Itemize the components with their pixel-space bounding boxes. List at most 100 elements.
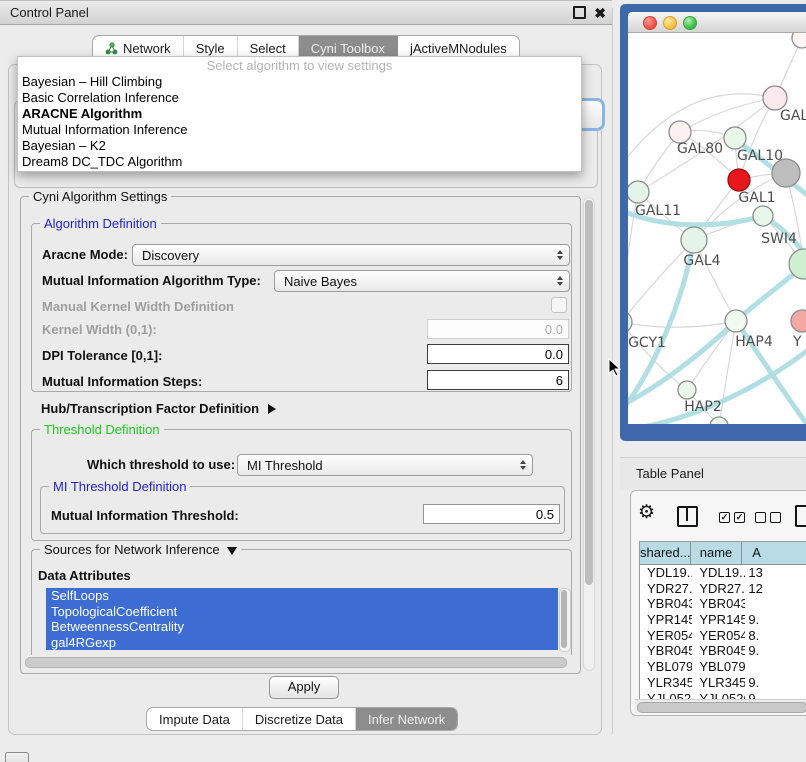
tab-impute-data[interactable]: Impute Data (147, 708, 243, 730)
table-cell[interactable]: YPR145W (640, 612, 692, 628)
select-all-icon[interactable]: ✓✓ (719, 512, 745, 523)
mi-type-select[interactable]: Naive Bayes (274, 270, 570, 292)
table-row[interactable]: YBR045CYBR045C9. (640, 643, 806, 659)
hub-definition-toggle[interactable]: Hub/Transcription Factor Definition (41, 401, 276, 416)
algorithm-option-basic-correlation-inference[interactable]: Basic Correlation Inference (18, 90, 581, 106)
table-row[interactable]: YER054CYER054C8. (640, 628, 806, 644)
table-cell[interactable]: 8. (745, 628, 806, 644)
table-cell[interactable]: YBL079W (692, 659, 745, 675)
table-row[interactable]: YLR345WYLR345W9. (640, 675, 806, 691)
network-node[interactable] (669, 121, 691, 143)
network-window-titlebar[interactable] (628, 12, 806, 33)
network-node[interactable] (791, 310, 806, 332)
settings-vertical-scrollbar[interactable] (583, 197, 595, 671)
column-header-a[interactable]: A (742, 542, 806, 564)
cyni-settings-group-title: Cyni Algorithm Settings (29, 189, 171, 204)
deselect-all-icon[interactable] (755, 512, 781, 523)
network-node[interactable] (724, 127, 746, 149)
table-cell[interactable]: YBR043C (692, 596, 745, 612)
table-row[interactable]: YPR145WYPR145W9. (640, 612, 806, 628)
collapse-arrow-icon (227, 547, 237, 555)
algorithm-option-aracne-algorithm[interactable]: ARACNE Algorithm (18, 106, 581, 122)
column-header-name[interactable]: name (691, 542, 742, 564)
network-node-label: SWI4 (761, 231, 797, 247)
table-cell[interactable]: YLR345W (692, 675, 745, 691)
network-canvas[interactable]: GAL80GAL10GAL1GAL11SWI4GAL4GCY1HAP4HAP2G… (628, 33, 806, 424)
table-cell[interactable]: YBR045C (692, 643, 745, 659)
algorithm-popup-list: Bayesian – Hill ClimbingBasic Correlatio… (18, 74, 581, 170)
dpi-tolerance-field[interactable]: 0.0 (427, 344, 569, 364)
table-row[interactable]: YBR043CYBR043C (640, 596, 806, 612)
network-node[interactable] (681, 227, 707, 253)
mi-steps-field[interactable]: 6 (427, 370, 569, 390)
network-node[interactable] (725, 310, 747, 332)
column-header-shared[interactable]: shared... (640, 542, 691, 564)
table-cell[interactable]: YER054C (692, 628, 745, 644)
table-cell[interactable]: 13 (745, 565, 806, 581)
algorithm-option-bayesian-hill-climbing[interactable]: Bayesian – Hill Climbing (18, 74, 581, 90)
network-node[interactable] (792, 33, 806, 48)
table-cell[interactable]: 12 (745, 581, 806, 597)
table-cell[interactable]: YPR145W (692, 612, 745, 628)
tab-discretize-data[interactable]: Discretize Data (243, 708, 356, 730)
kernel-width-field[interactable]: 0.0 (427, 319, 569, 339)
control-panel-title: Control Panel (10, 5, 89, 20)
table-cell[interactable] (745, 596, 806, 612)
algorithm-option-mutual-information-inference[interactable]: Mutual Information Inference (18, 122, 581, 138)
table-row[interactable]: YDR27...YDR27...12 (640, 581, 806, 597)
table-partial-icon[interactable] (795, 505, 806, 527)
network-edge (628, 321, 736, 327)
zoom-traffic-light-icon[interactable] (683, 16, 697, 30)
network-node[interactable] (678, 381, 696, 399)
apply-button[interactable]: Apply (269, 676, 339, 699)
table-cell[interactable]: YLR345W (640, 675, 692, 691)
attribute-item-gal4rgexp[interactable]: gal4RGexp (46, 635, 558, 651)
network-node[interactable] (628, 181, 649, 203)
attribute-list-scrollbar[interactable] (559, 588, 571, 652)
algorithm-option-dream8-dc-tdc-algorithm[interactable]: Dream8 DC_TDC Algorithm (18, 154, 581, 170)
table-horizontal-scrollbar[interactable] (635, 699, 806, 713)
mi-threshold-label: Mutual Information Threshold: (51, 508, 239, 523)
tab-infer-network[interactable]: Infer Network (356, 708, 457, 730)
table-cell[interactable]: YER054C (640, 628, 692, 644)
network-node[interactable] (763, 86, 787, 110)
table-cell[interactable]: YBR043C (640, 596, 692, 612)
close-traffic-light-icon[interactable] (643, 16, 657, 30)
table-row[interactable]: YBL079WYBL079W (640, 659, 806, 675)
network-node-label: GAL80 (677, 141, 723, 157)
network-node[interactable] (628, 311, 632, 333)
settings-horizontal-scrollbar[interactable] (25, 655, 573, 668)
table-cell[interactable]: 9. (745, 612, 806, 628)
node-table: shared...nameA YDL19...YDL19...13YDR27..… (639, 541, 806, 700)
which-threshold-select[interactable]: MI Threshold (237, 454, 533, 476)
table-row[interactable]: YDL19...YDL19...13 (640, 565, 806, 581)
attribute-item-betweennesscentrality[interactable]: BetweennessCentrality (46, 619, 558, 635)
table-cell[interactable]: YDL19... (692, 565, 745, 581)
table-cell[interactable]: YDL19... (640, 565, 692, 581)
mi-threshold-field[interactable]: 0.5 (423, 504, 560, 524)
attribute-item-topologicalcoefficient[interactable]: TopologicalCoefficient (46, 604, 558, 620)
table-cell[interactable]: YDR27... (692, 581, 745, 597)
table-cell[interactable] (745, 659, 806, 675)
aracne-mode-select[interactable]: Discovery (132, 244, 570, 266)
manual-kernel-checkbox[interactable] (551, 297, 567, 313)
network-node[interactable] (753, 206, 773, 226)
tab-label: Cyni Toolbox (311, 41, 385, 56)
network-node[interactable] (728, 169, 750, 191)
gear-icon[interactable]: ⚙ (638, 503, 655, 522)
collapsed-panel-icon[interactable] (5, 752, 29, 762)
attribute-item-selfloops[interactable]: SelfLoops (46, 588, 558, 604)
algorithm-option-bayesian-k2[interactable]: Bayesian – K2 (18, 138, 581, 154)
float-window-icon[interactable] (573, 6, 586, 19)
split-column-icon[interactable] (677, 506, 698, 527)
table-cell[interactable]: YBR045C (640, 643, 692, 659)
minimize-traffic-light-icon[interactable] (663, 16, 677, 30)
table-cell[interactable]: 9. (745, 643, 806, 659)
mi-type-label: Mutual Information Algorithm Type: (42, 273, 261, 288)
table-cell[interactable]: 9. (745, 675, 806, 691)
sources-group-title[interactable]: Sources for Network Inference (40, 542, 241, 557)
close-icon[interactable]: ✖ (594, 6, 606, 20)
table-cell[interactable]: YDR27... (640, 581, 692, 597)
network-window-frame[interactable]: GAL80GAL10GAL1GAL11SWI4GAL4GCY1HAP4HAP2G… (620, 4, 806, 441)
table-cell[interactable]: YBL079W (640, 659, 692, 675)
